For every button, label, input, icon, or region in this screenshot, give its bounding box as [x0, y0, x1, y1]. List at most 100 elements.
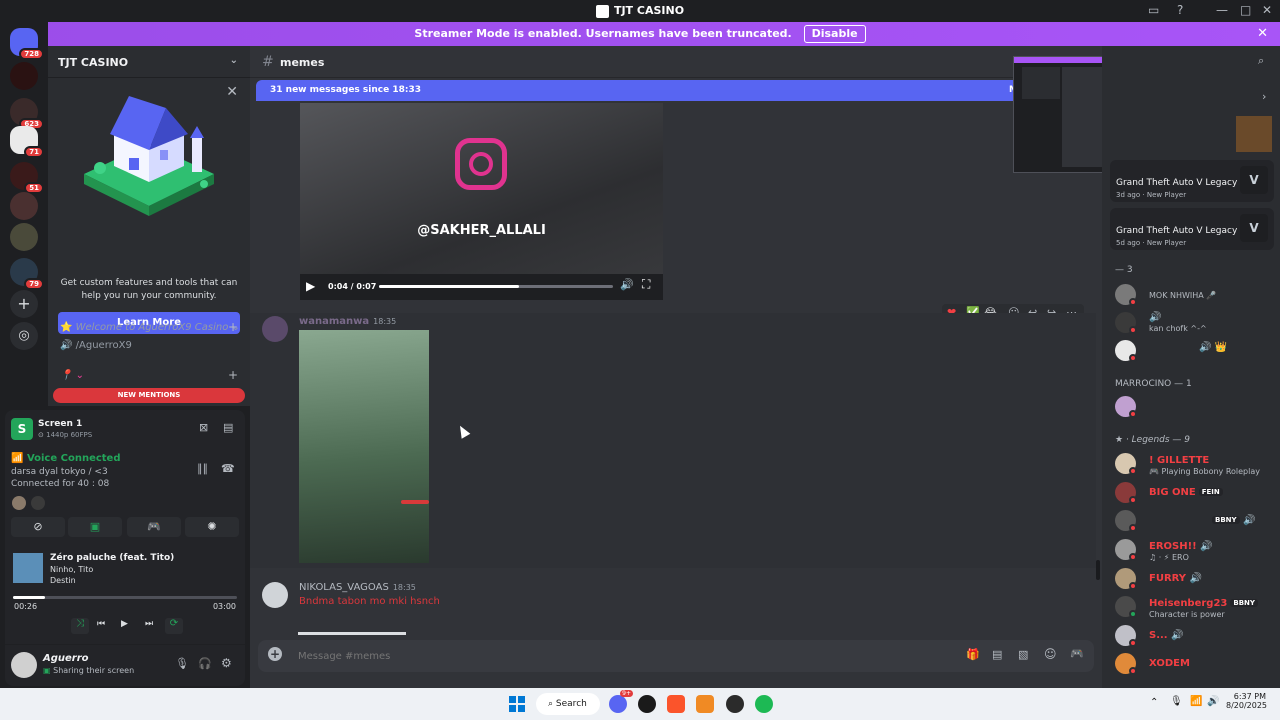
member-item[interactable]: Heisenberg23 BBNY Character is power: [1115, 594, 1275, 619]
tray-chevron-icon[interactable]: ⌃: [1150, 697, 1158, 708]
new-messages-bar[interactable]: 31 new messages since 18:33M: [256, 80, 1096, 101]
volume-tray-icon[interactable]: 🔊: [1207, 696, 1219, 707]
member-item[interactable]: MOK NHWIHA 🎤: [1115, 282, 1275, 306]
member-item[interactable]: ! GILLETTE 🎮 Playing Bobony Roleplay: [1115, 451, 1275, 476]
clock[interactable]: 6:37 PM 8/20/2025: [1226, 692, 1267, 710]
guild-1[interactable]: [10, 62, 38, 90]
channel-category[interactable]: ⭐ Welcome to AguerroX9 Casino ⌄: [60, 322, 240, 333]
maximize-icon[interactable]: □: [1240, 3, 1251, 17]
activity-button[interactable]: 🎮: [127, 517, 181, 537]
voice-status[interactable]: 📶 Voice Connected: [11, 453, 121, 464]
minimize-icon[interactable]: —: [1216, 3, 1228, 17]
repeat-icon[interactable]: ⟳: [165, 618, 183, 634]
microphone-icon[interactable]: 🎙: [175, 657, 189, 670]
add-server-icon[interactable]: +: [10, 290, 38, 318]
member-item[interactable]: 🔊 👑: [1115, 338, 1275, 362]
noise-suppression-icon[interactable]: ∥∥: [197, 462, 208, 475]
taskbar-search[interactable]: ⌕ Search: [536, 693, 600, 715]
app-g-icon[interactable]: [638, 695, 656, 713]
gift-icon[interactable]: 🎁: [966, 648, 980, 661]
message-avatar[interactable]: [262, 582, 288, 608]
spotify-icon[interactable]: [755, 695, 773, 713]
gif-icon[interactable]: ▤: [992, 648, 1002, 661]
close-promo-icon[interactable]: ✕: [226, 84, 238, 100]
discord-taskbar-icon[interactable]: 9+: [609, 690, 633, 713]
close-window-icon[interactable]: ✕: [1262, 3, 1272, 17]
message-author[interactable]: wanamanwa 18:35: [299, 316, 396, 327]
share-screen-button[interactable]: ▣: [68, 517, 122, 537]
scrollbar[interactable]: [1096, 560, 1100, 580]
guild-4[interactable]: 51: [10, 162, 44, 194]
guild-5[interactable]: [10, 192, 38, 220]
voice-channel[interactable]: darsa dyal tokyo / <3: [11, 467, 108, 477]
video-embed[interactable]: @SAKHER_ALLALI: [300, 103, 663, 299]
app-a-icon[interactable]: [696, 695, 714, 713]
message-author[interactable]: NIKOLAS_VAGOAS 18:35: [299, 582, 416, 593]
help-icon[interactable]: ?: [1177, 3, 1183, 17]
gear-icon[interactable]: ⚙: [221, 656, 232, 670]
member-item[interactable]: FURRY 🔊: [1115, 566, 1275, 590]
attach-icon[interactable]: +: [268, 647, 282, 661]
disable-streamer-button[interactable]: Disable: [803, 25, 866, 43]
home-button[interactable]: 728: [10, 28, 44, 60]
member-item[interactable]: XODEM: [1115, 651, 1275, 675]
stop-stream-icon[interactable]: ⊠: [199, 421, 208, 434]
add-channel-icon[interactable]: +: [228, 320, 238, 334]
user-avatar[interactable]: [11, 652, 37, 678]
screen-share-icon: ▣: [43, 666, 51, 675]
video-frame: [300, 103, 663, 299]
headphones-icon[interactable]: 🎧: [198, 657, 212, 670]
pin-category[interactable]: 📍 ⌄: [60, 370, 84, 381]
guild-3[interactable]: 71: [10, 126, 44, 158]
channel-item[interactable]: 🔊 /AguerroX9: [60, 340, 132, 351]
next-icon[interactable]: ⏭: [145, 619, 153, 629]
member-activity: ♫ · ⚡ ERO: [1149, 553, 1189, 562]
message-avatar[interactable]: [262, 316, 288, 342]
guild-2[interactable]: 623: [10, 98, 44, 130]
image-attachment[interactable]: [299, 330, 429, 563]
activity-card[interactable]: Grand Theft Auto V Legacy 3d ago · New P…: [1110, 160, 1274, 202]
member-item[interactable]: BBNY 🔊: [1115, 508, 1275, 532]
member-item[interactable]: [1115, 394, 1275, 418]
wifi-icon[interactable]: 📶: [1190, 696, 1202, 707]
emoji-icon[interactable]: ☺: [1044, 647, 1057, 661]
member-item[interactable]: 🔊 kan chofk ^-^: [1115, 310, 1275, 334]
tray-mic-icon[interactable]: 🎙: [1170, 696, 1183, 707]
brave-icon[interactable]: [667, 695, 685, 713]
apps-icon[interactable]: 🎮: [1070, 647, 1084, 660]
stream-settings-icon[interactable]: ▤: [223, 421, 233, 434]
app-game-icon[interactable]: [726, 695, 744, 713]
disconnect-icon[interactable]: ☎: [221, 462, 235, 475]
inbox-icon[interactable]: ▭: [1148, 3, 1159, 17]
member-item[interactable]: EROSH!! 🔊 ♫ · ⚡ ERO: [1115, 537, 1275, 562]
discover-icon[interactable]: ◎: [10, 322, 38, 350]
volume-icon[interactable]: 🔊: [620, 278, 634, 291]
member-item[interactable]: S... 🔊: [1115, 623, 1275, 647]
activity-card[interactable]: Grand Theft Auto V Legacy 5d ago · New P…: [1110, 208, 1274, 250]
chevron-right-icon[interactable]: ›: [1262, 90, 1266, 103]
activity-meta: 3d ago · New Player: [1116, 191, 1187, 199]
fullscreen-icon[interactable]: ⛶: [642, 277, 650, 292]
promo-description: Get custom features and tools that can h…: [60, 278, 238, 301]
previous-icon[interactable]: ⏮: [97, 619, 105, 629]
search-icon[interactable]: ⌕: [1258, 54, 1264, 68]
server-header[interactable]: TJT CASINO ⌄: [48, 46, 250, 78]
play-icon[interactable]: ▶: [121, 619, 128, 629]
sticker-icon[interactable]: ▧: [1018, 648, 1028, 661]
close-banner-icon[interactable]: ✕: [1257, 22, 1268, 46]
message-input[interactable]: [298, 646, 898, 666]
guild-7[interactable]: 79: [10, 258, 44, 290]
new-mentions-pill[interactable]: NEW MENTIONS: [53, 388, 245, 403]
play-icon[interactable]: ▶: [306, 279, 315, 293]
chevron-down-icon[interactable]: ⌄: [230, 55, 238, 66]
guild-6[interactable]: [10, 223, 38, 251]
add-channel-2-icon[interactable]: +: [228, 368, 238, 382]
camera-off-button[interactable]: ⊘: [11, 517, 65, 537]
video-progress[interactable]: [379, 285, 613, 288]
track-progress[interactable]: [13, 596, 237, 599]
shuffle-icon[interactable]: ⤨: [71, 618, 89, 634]
member-name: FURRY 🔊: [1149, 573, 1202, 584]
soundboard-button[interactable]: ✺: [185, 517, 239, 537]
member-item[interactable]: BIG ONE FEIN: [1115, 480, 1275, 504]
windows-start-icon[interactable]: [508, 695, 526, 713]
